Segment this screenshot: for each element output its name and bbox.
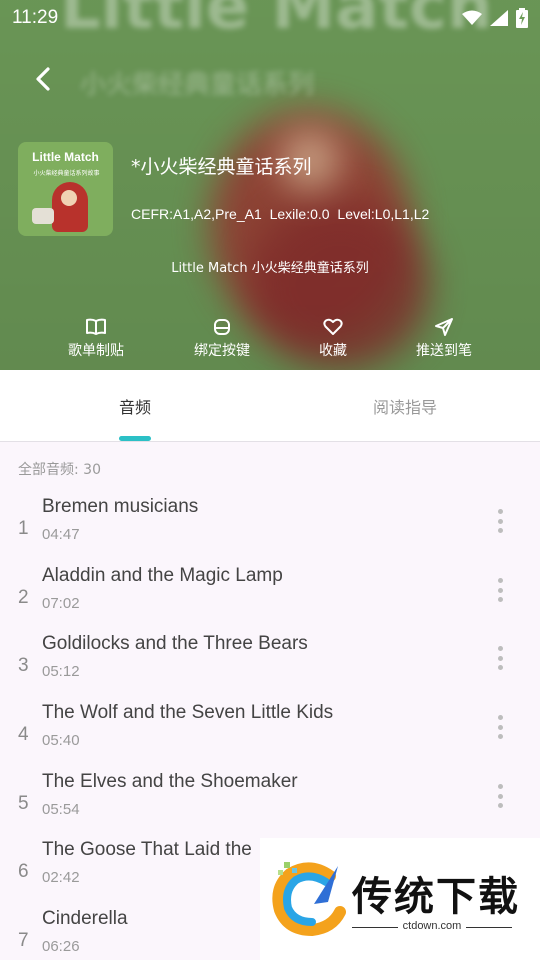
more-options-icon[interactable] bbox=[490, 575, 510, 605]
item-title: Aladdin and the Magic Lamp bbox=[42, 565, 283, 586]
send-icon bbox=[435, 318, 453, 336]
item-index: 3 bbox=[18, 655, 29, 676]
list-item[interactable]: 5 The Elves and the Shoemaker 05:54 bbox=[0, 769, 540, 837]
item-index: 5 bbox=[18, 793, 29, 814]
background-ghost-subtitle: 小火柴经典童话系列 bbox=[80, 70, 315, 100]
battery-charging-icon bbox=[516, 8, 528, 28]
item-title: The Elves and the Shoemaker bbox=[42, 771, 298, 792]
item-title: The Wolf and the Seven Little Kids bbox=[42, 702, 334, 723]
cover-subtitle: 小火柴经典童话系列故事 bbox=[33, 170, 100, 177]
item-duration: 05:40 bbox=[42, 732, 80, 749]
album-cover: Little Match 小火柴经典童话系列故事 bbox=[18, 142, 113, 236]
list-item[interactable]: 4 The Wolf and the Seven Little Kids 05:… bbox=[0, 700, 540, 768]
ctdown-logo-icon bbox=[272, 862, 346, 937]
item-index: 6 bbox=[18, 861, 29, 882]
watermark-divider-right bbox=[466, 927, 512, 928]
tab-active-indicator bbox=[119, 436, 151, 441]
item-duration: 02:42 bbox=[42, 869, 80, 886]
wifi-icon bbox=[462, 10, 482, 25]
album-meta: CEFR:A1,A2,Pre_A1 Lexile:0.0 Level:L0,L1… bbox=[131, 206, 430, 222]
push-to-pen-button[interactable]: 推送到笔 bbox=[389, 316, 499, 360]
action-label: 绑定按键 bbox=[194, 343, 250, 359]
tab-audio[interactable]: 音频 bbox=[0, 394, 270, 418]
item-title: Bremen musicians bbox=[42, 496, 199, 517]
favorite-button[interactable]: 收藏 bbox=[278, 316, 388, 360]
item-duration: 05:54 bbox=[42, 801, 80, 818]
watermark-url: ctdown.com bbox=[402, 920, 462, 932]
tab-reading-guide[interactable]: 阅读指导 bbox=[270, 394, 540, 418]
more-options-icon[interactable] bbox=[490, 643, 510, 673]
playlist-sticker-button[interactable]: 歌单制贴 bbox=[41, 316, 151, 360]
heart-icon bbox=[323, 318, 343, 335]
item-title: Goldilocks and the Three Bears bbox=[42, 633, 308, 654]
list-item[interactable]: 1 Bremen musicians 04:47 bbox=[0, 494, 540, 562]
item-duration: 04:47 bbox=[42, 526, 80, 543]
site-watermark: 传统下载 ctdown.com bbox=[260, 838, 540, 960]
status-time: 11:29 bbox=[12, 7, 59, 28]
signal-icon bbox=[490, 10, 508, 26]
item-index: 4 bbox=[18, 724, 29, 745]
action-label: 推送到笔 bbox=[416, 343, 472, 359]
item-index: 2 bbox=[18, 587, 29, 608]
album-title: *小火柴经典童话系列 bbox=[131, 156, 312, 178]
item-title: Cinderella bbox=[42, 908, 128, 929]
action-bar: 歌单制贴 绑定按键 收藏 推送到笔 bbox=[0, 316, 540, 364]
more-options-icon[interactable] bbox=[490, 781, 510, 811]
bind-key-icon bbox=[214, 319, 230, 335]
item-index: 1 bbox=[18, 518, 29, 539]
status-bar: 11:29 bbox=[0, 0, 540, 36]
album-description: Little Match 小火柴经典童话系列 bbox=[171, 261, 369, 276]
bind-key-button[interactable]: 绑定按键 bbox=[167, 316, 277, 360]
album-header: Little Match 小火柴经典童话系列 11:29 Little Matc… bbox=[0, 0, 540, 370]
cover-title: Little Match bbox=[32, 150, 99, 164]
more-options-icon[interactable] bbox=[490, 712, 510, 742]
action-label: 歌单制贴 bbox=[68, 343, 124, 359]
item-duration: 05:12 bbox=[42, 663, 80, 680]
action-label: 收藏 bbox=[319, 343, 347, 359]
item-title: The Goose That Laid the bbox=[42, 839, 252, 860]
watermark-text: 传统下载 bbox=[352, 874, 520, 920]
list-item[interactable]: 3 Goldilocks and the Three Bears 05:12 bbox=[0, 631, 540, 699]
more-options-icon[interactable] bbox=[490, 506, 510, 536]
back-button[interactable] bbox=[26, 62, 60, 96]
audio-count: 全部音频: 30 bbox=[18, 462, 101, 478]
item-duration: 07:02 bbox=[42, 595, 80, 612]
list-item[interactable]: 2 Aladdin and the Magic Lamp 07:02 bbox=[0, 563, 540, 631]
cover-basket bbox=[32, 208, 54, 224]
book-icon bbox=[86, 318, 106, 335]
status-icons bbox=[462, 8, 528, 28]
tab-bar: 音频 阅读指导 bbox=[0, 370, 540, 442]
back-arrow-icon bbox=[36, 67, 50, 91]
cover-face bbox=[61, 190, 77, 206]
item-duration: 06:26 bbox=[42, 938, 80, 955]
item-index: 7 bbox=[18, 930, 29, 951]
